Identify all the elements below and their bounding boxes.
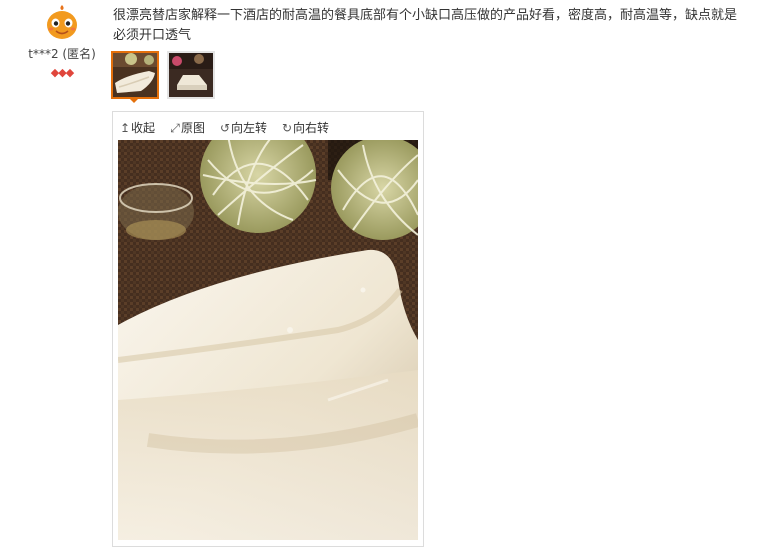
review-text: 很漂亮替店家解释一下酒店的耐高温的餐具底部有个小缺口高压做的产品好看，密度高，耐… xyxy=(113,8,738,43)
original-image-label: 原图 xyxy=(181,121,206,135)
avatar[interactable] xyxy=(42,2,82,42)
collapse-button[interactable]: ↥收起 xyxy=(119,119,155,136)
original-image-button[interactable]: ⤢原图 xyxy=(169,119,205,136)
expand-icon: ⤢ xyxy=(170,121,180,135)
thumbnail-photo-1[interactable] xyxy=(111,51,159,99)
reviewer-info: t***2 (匿名) ◆◆◆ xyxy=(22,2,102,79)
rotate-left-button[interactable]: ↺向左转 xyxy=(219,119,267,136)
collapse-icon: ↥ xyxy=(119,121,131,135)
selected-thumbnail-indicator xyxy=(128,97,140,103)
diamond-icon: ◆ xyxy=(65,66,75,79)
image-viewer: ↥收起 ⤢原图 ↺向左转 ↻向右转 xyxy=(112,111,424,547)
diamond-icon: ◆ xyxy=(58,66,67,79)
thumbnail-image xyxy=(113,53,157,97)
collapse-label: 收起 xyxy=(131,121,156,135)
rotate-right-label: 向右转 xyxy=(293,121,330,135)
username: t***2 (匿名) xyxy=(28,47,96,61)
rotate-right-button[interactable]: ↻向右转 xyxy=(281,119,329,136)
user-rank: ◆◆◆ xyxy=(22,65,102,79)
rotate-left-label: 向左转 xyxy=(231,121,268,135)
thumbnail-photo-2[interactable] xyxy=(167,51,215,99)
thumbnail-image xyxy=(169,53,213,97)
product-photo-dish xyxy=(118,140,418,540)
enlarged-photo xyxy=(118,140,418,540)
rotate-left-icon: ↺ xyxy=(219,121,231,135)
rotate-right-icon: ↻ xyxy=(281,121,293,135)
avatar-mascot-icon xyxy=(42,2,82,42)
